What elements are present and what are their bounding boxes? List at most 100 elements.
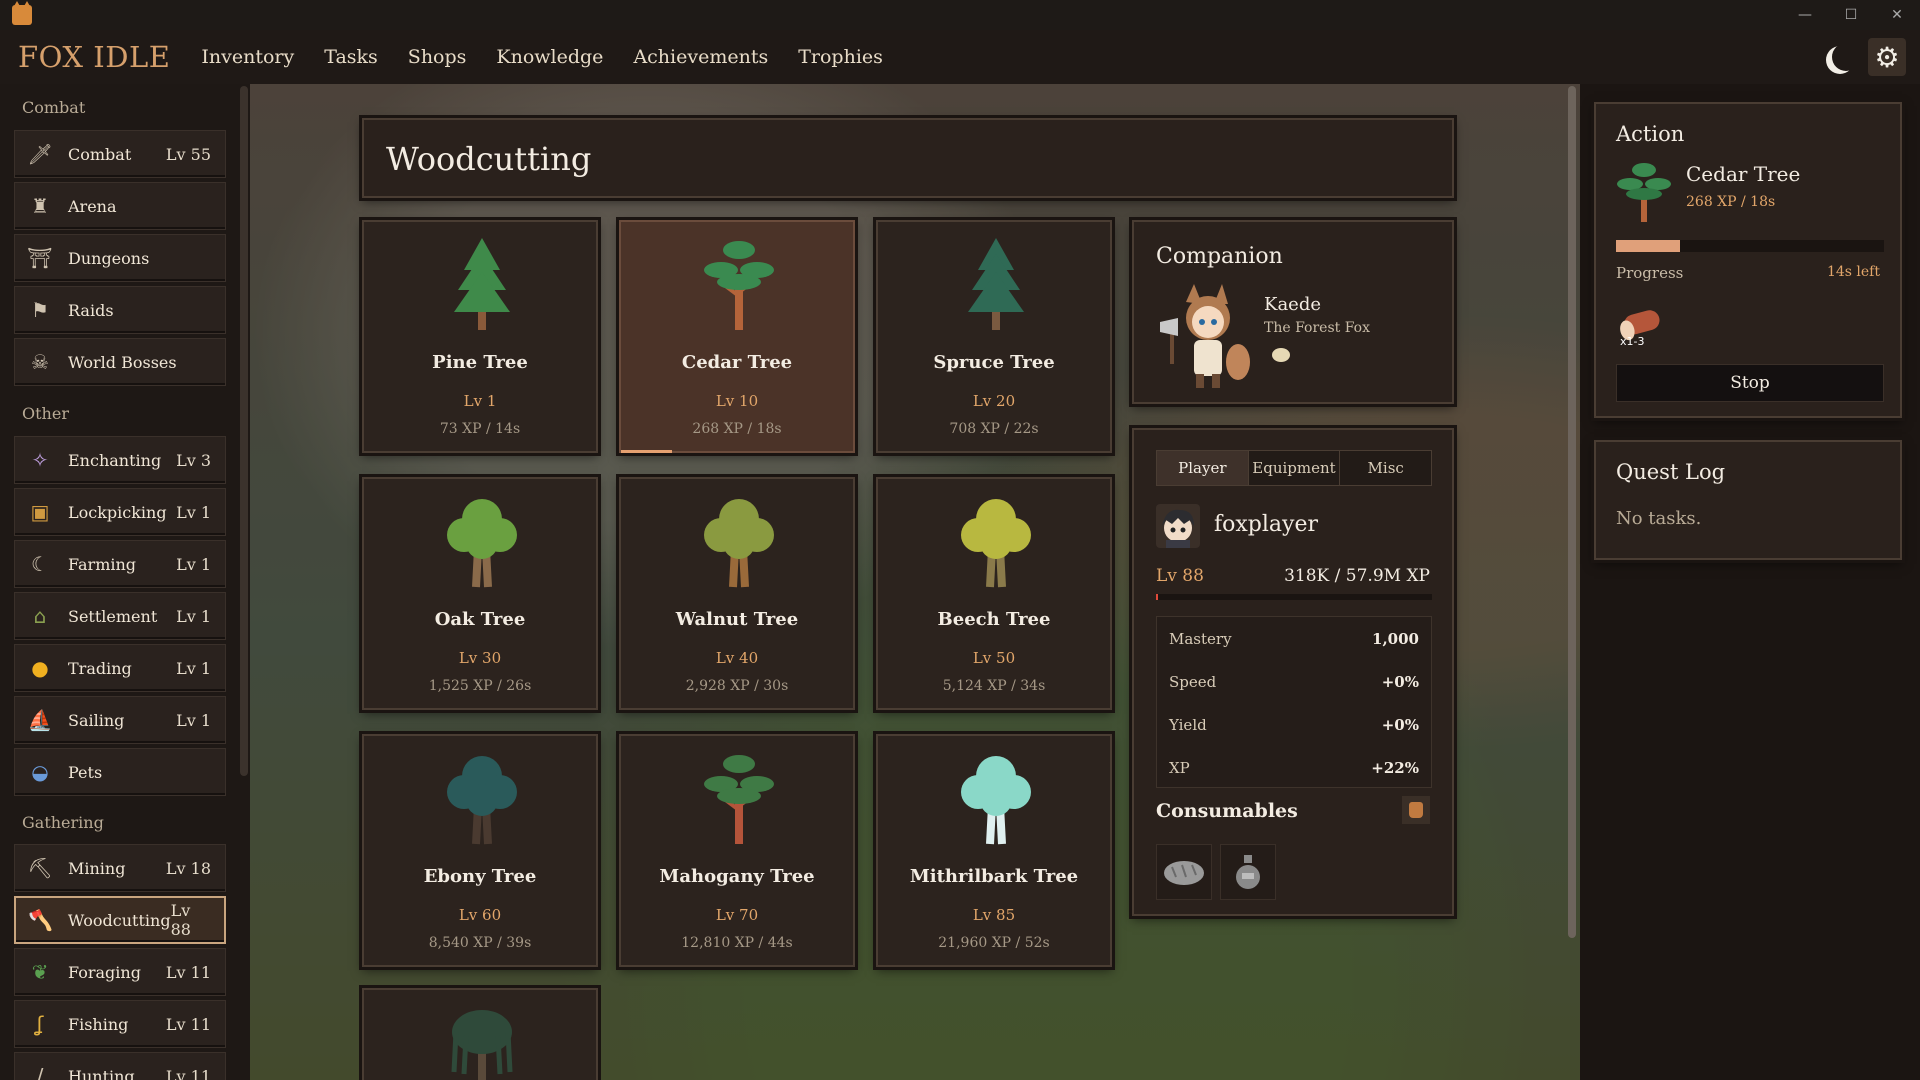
sidebar-item-lockpicking[interactable]: ▣ Lockpicking Lv 1 — [14, 488, 226, 536]
sidebar-item-woodcutting[interactable]: 🪓 Woodcutting Lv 88 — [14, 896, 226, 944]
sidebar-item-dungeons[interactable]: ⛩ Dungeons — [14, 234, 226, 282]
sidebar-item-label: Farming — [68, 554, 137, 574]
player-portrait-icon — [1162, 509, 1194, 548]
consumable-slot-bread[interactable] — [1156, 844, 1212, 900]
nav-tasks[interactable]: Tasks — [324, 46, 378, 68]
sidebar-item-arena[interactable]: ♜ Arena — [14, 182, 226, 230]
nav-achievements[interactable]: Achievements — [633, 46, 768, 68]
moon-icon — [1832, 43, 1860, 71]
banner-icon: ⚑ — [31, 298, 49, 322]
tab-player[interactable]: Player — [1157, 451, 1249, 485]
tree-card-cedar-tree[interactable]: Cedar Tree Lv 10 268 XP / 18s — [619, 220, 855, 453]
spear-icon: / — [36, 1064, 44, 1080]
skill-sidebar: Combat Other Gathering 🗡 Combat Lv 55 ♜ Aren… — [0, 84, 250, 1080]
sidebar-item-pets[interactable]: ◒ Pets — [14, 748, 226, 796]
tree-card-partial[interactable] — [362, 988, 598, 1080]
tree-card-spruce-tree[interactable]: Spruce Tree Lv 20 708 XP / 22s — [876, 220, 1112, 453]
dark-mode-toggle[interactable] — [1822, 39, 1858, 75]
sidebar-item-level: Lv 11 — [165, 1014, 211, 1034]
tree-xp-rate: 268 XP / 18s — [692, 421, 782, 437]
tree-card-walnut-tree[interactable]: Walnut Tree Lv 40 2,928 XP / 30s — [619, 477, 855, 710]
companion-subtitle: The Forest Fox — [1264, 320, 1370, 336]
consumable-slot-potion[interactable] — [1220, 844, 1276, 900]
close-button[interactable]: ✕ — [1874, 0, 1920, 30]
sidebar-item-mining[interactable]: ⛏ Mining Lv 18 — [14, 844, 226, 892]
player-name: foxplayer — [1214, 512, 1318, 537]
action-progress-bar — [1616, 240, 1884, 252]
ship-icon: ⛵ — [27, 708, 53, 732]
sidebar-item-raids[interactable]: ⚑ Raids — [14, 286, 226, 334]
main-scrollbar[interactable] — [1568, 86, 1576, 938]
page-title-panel: Woodcutting — [362, 118, 1454, 198]
player-avatar[interactable] — [1156, 504, 1200, 548]
tree-name: Spruce Tree — [933, 352, 1055, 373]
dungeon-gate-icon: ⛩ — [27, 246, 53, 270]
stop-button[interactable]: Stop — [1616, 364, 1884, 402]
minimize-button[interactable]: — — [1782, 0, 1828, 30]
sidebar-item-hunting[interactable]: / Hunting Lv 11 — [14, 1052, 226, 1080]
sidebar-item-label: Settlement — [68, 606, 158, 626]
beech-tree-icon — [961, 499, 1031, 588]
tree-level: Lv 70 — [715, 906, 759, 924]
nav-inventory[interactable]: Inventory — [201, 46, 294, 68]
sidebar-item-label: Woodcutting — [67, 910, 171, 930]
tree-name: Ebony Tree — [423, 866, 537, 887]
sidebar-item-trading[interactable]: ● Trading Lv 1 — [14, 644, 226, 692]
tree-card-oak-tree[interactable]: Oak Tree Lv 30 1,525 XP / 26s — [362, 477, 598, 710]
action-reward-item[interactable]: x1-3 — [1616, 296, 1670, 350]
tree-name: Walnut Tree — [675, 609, 799, 630]
nav-knowledge[interactable]: Knowledge — [496, 46, 603, 68]
sidebar-item-level: Lv 18 — [165, 858, 211, 878]
sidebar-item-label: Pets — [68, 762, 103, 782]
tree-card-mithrilbark-tree[interactable]: Mithrilbark Tree Lv 85 21,960 XP / 52s — [876, 734, 1112, 967]
sidebar-item-enchanting[interactable]: ✧ Enchanting Lv 3 — [14, 436, 226, 484]
tree-name: Beech Tree — [937, 609, 1051, 630]
nav-shops[interactable]: Shops — [408, 46, 467, 68]
sidebar-item-combat[interactable]: 🗡 Combat Lv 55 — [14, 130, 226, 178]
tree-card-pine-tree[interactable]: Pine Tree Lv 1 73 XP / 14s — [362, 220, 598, 453]
arena-icon: ♜ — [31, 194, 49, 218]
consumables-bag-button[interactable] — [1402, 796, 1430, 824]
sidebar-item-fishing[interactable]: ʆ Fishing Lv 11 — [14, 1000, 226, 1048]
sidebar-item-farming[interactable]: ☾ Farming Lv 1 — [14, 540, 226, 588]
mithrilbark-tree-icon — [961, 756, 1031, 845]
maximize-button[interactable]: ☐ — [1828, 0, 1874, 30]
action-tree-name: Cedar Tree — [1686, 162, 1801, 186]
chat-bubble-icon[interactable] — [1272, 348, 1290, 362]
sidebar-item-world-bosses[interactable]: ☠ World Bosses — [14, 338, 226, 386]
sidebar-item-sailing[interactable]: ⛵ Sailing Lv 1 — [14, 696, 226, 744]
sidebar-item-label: Arena — [68, 196, 117, 216]
sidebar-item-settlement[interactable]: ⌂ Settlement Lv 1 — [14, 592, 226, 640]
settings-button[interactable]: ⚙ — [1868, 38, 1906, 76]
action-panel: Action Cedar Tree 268 XP / 18s Progress … — [1594, 102, 1902, 418]
app-logo[interactable]: FOX IDLE — [18, 40, 170, 74]
tree-progress-indicator — [621, 450, 673, 453]
sidebar-item-label: Combat — [68, 144, 132, 164]
scythe-icon: ☾ — [31, 552, 49, 576]
pet-bowl-icon: ◒ — [31, 760, 49, 784]
tab-equipment[interactable]: Equipment — [1249, 451, 1341, 485]
nav-trophies[interactable]: Trophies — [798, 46, 883, 68]
tree-level: Lv 10 — [715, 392, 759, 410]
quest-log-panel: Quest Log No tasks. — [1594, 440, 1902, 560]
tree-card-beech-tree[interactable]: Beech Tree Lv 50 5,124 XP / 34s — [876, 477, 1112, 710]
companion-portrait[interactable] — [1156, 282, 1256, 392]
sidebar-item-foraging[interactable]: ❦ Foraging Lv 11 — [14, 948, 226, 996]
stat-table: Mastery 1,000 Speed +0% Yield +0% XP +22% — [1156, 616, 1432, 788]
tree-card-mahogany-tree[interactable]: Mahogany Tree Lv 70 12,810 XP / 44s — [619, 734, 855, 967]
stat-value: +0% — [1381, 672, 1419, 691]
sidebar-scrollbar[interactable] — [240, 86, 248, 776]
fishhook-icon: ʆ — [36, 1012, 44, 1036]
skull-icon: ☠ — [31, 350, 49, 374]
tree-card-ebony-tree[interactable]: Ebony Tree Lv 60 8,540 XP / 39s — [362, 734, 598, 967]
stat-label: Yield — [1169, 715, 1207, 734]
companion-title: Companion — [1156, 244, 1283, 269]
sidebar-item-label: Hunting — [68, 1066, 135, 1080]
sidebar-item-level: Lv 88 — [170, 901, 191, 939]
sidebar-item-level: Lv 1 — [176, 658, 211, 678]
stat-row-xp: XP +22% — [1157, 746, 1431, 789]
sidebar-item-label: Fishing — [68, 1014, 129, 1034]
axe-icon: 🪓 — [28, 908, 53, 932]
tab-misc[interactable]: Misc — [1340, 451, 1431, 485]
tree-level: Lv 60 — [458, 906, 502, 924]
